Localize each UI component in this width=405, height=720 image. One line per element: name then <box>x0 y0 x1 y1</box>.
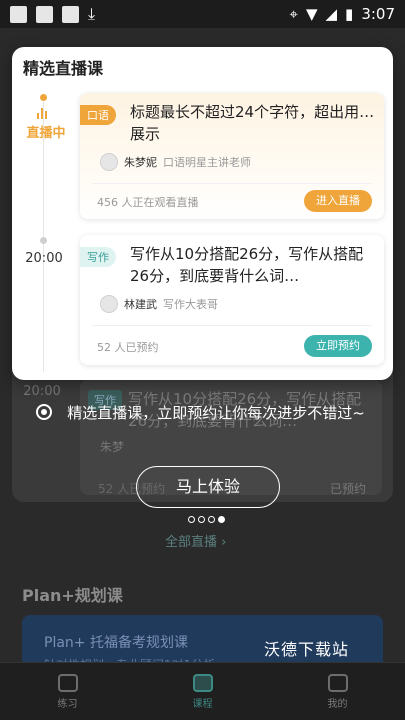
background-booked-label: 已预约 <box>330 482 367 496</box>
notification-icon <box>36 5 53 23</box>
guide-pointer-icon <box>36 404 52 420</box>
tab-courses[interactable]: 课程 <box>163 673 243 710</box>
timeline-live-dot <box>40 94 47 101</box>
divider <box>92 325 372 326</box>
featured-live-popup: 精选直播课 直播中 20:00 口语 标题最长不超过24个字符，超出用…展示 朱… <box>12 47 393 380</box>
background-teacher: 朱梦 <box>100 440 125 454</box>
try-now-button[interactable]: 马上体验 <box>136 466 280 508</box>
enter-live-button[interactable]: 进入直播 <box>304 190 372 212</box>
live-bars-icon <box>37 107 47 119</box>
course-title: 写作从10分搭配26分，写作从搭配26分，到底要背什么词… <box>130 245 364 285</box>
viewer-count: 456 人正在观看直播 <box>97 196 199 209</box>
teacher-info: 朱梦妮 口语明星主讲老师 <box>100 153 251 171</box>
location-icon: ⌖ <box>289 5 298 23</box>
avatar <box>100 295 118 313</box>
download-icon: ⤓ <box>88 4 96 23</box>
reserve-now-button[interactable]: 立即预约 <box>304 335 372 357</box>
page-dot <box>198 516 205 523</box>
reservation-count: 52 人已预约 <box>97 341 159 354</box>
category-tag: 口语 <box>80 105 116 125</box>
tab-practice[interactable]: 练习 <box>28 673 108 710</box>
tab-mine[interactable]: 我的 <box>298 673 378 710</box>
timeline-dot <box>40 237 47 244</box>
plan-section-title: Plan+规划课 <box>22 586 123 605</box>
popup-title: 精选直播课 <box>23 59 104 78</box>
bottom-tabbar: 练习 课程 我的 <box>0 662 405 720</box>
all-live-link[interactable]: 全部直播 › <box>165 531 226 550</box>
avatar <box>100 153 118 171</box>
profile-icon <box>327 673 348 692</box>
page-dot-active <box>218 516 225 523</box>
plan-card-title: Plan+ 托福备考规划课 <box>44 635 188 651</box>
notification-icon <box>62 5 79 23</box>
watermark: 沃德下载站 <box>264 640 350 659</box>
teacher-role: 口语明星主讲老师 <box>163 156 251 169</box>
wifi-icon: ▼ <box>305 5 318 23</box>
teacher-name: 林建武 <box>124 298 157 311</box>
schedule-time: 20:00 <box>25 251 63 266</box>
courses-icon <box>192 673 213 692</box>
page-dot <box>188 516 195 523</box>
status-time: 3:07 <box>361 5 395 23</box>
signal-icon: ◢ <box>325 5 338 23</box>
page-dot <box>208 516 215 523</box>
scheduled-course-card[interactable]: 写作 写作从10分搭配26分，写作从搭配26分，到底要背什么词… 林建武 写作大… <box>80 235 384 365</box>
notification-icon <box>10 5 27 23</box>
guide-text: 精选直播课，立即预约让你每次进步不错过~ <box>67 404 365 422</box>
course-title: 标题最长不超过24个字符，超出用…展示 <box>130 103 375 143</box>
teacher-role: 写作大表哥 <box>163 298 218 311</box>
status-bar: ⤓ ⌖ ▼ ◢ ▮ 3:07 <box>0 0 405 28</box>
divider <box>92 183 372 184</box>
practice-icon <box>57 673 78 692</box>
battery-icon: ▮ <box>345 5 354 23</box>
teacher-name: 朱梦妮 <box>124 156 157 169</box>
live-label: 直播中 <box>26 126 66 141</box>
live-course-card[interactable]: 口语 标题最长不超过24个字符，超出用…展示 朱梦妮 口语明星主讲老师 456 … <box>80 93 384 219</box>
teacher-info: 林建武 写作大表哥 <box>100 295 218 313</box>
page-indicator <box>188 516 225 523</box>
category-tag: 写作 <box>80 247 116 267</box>
